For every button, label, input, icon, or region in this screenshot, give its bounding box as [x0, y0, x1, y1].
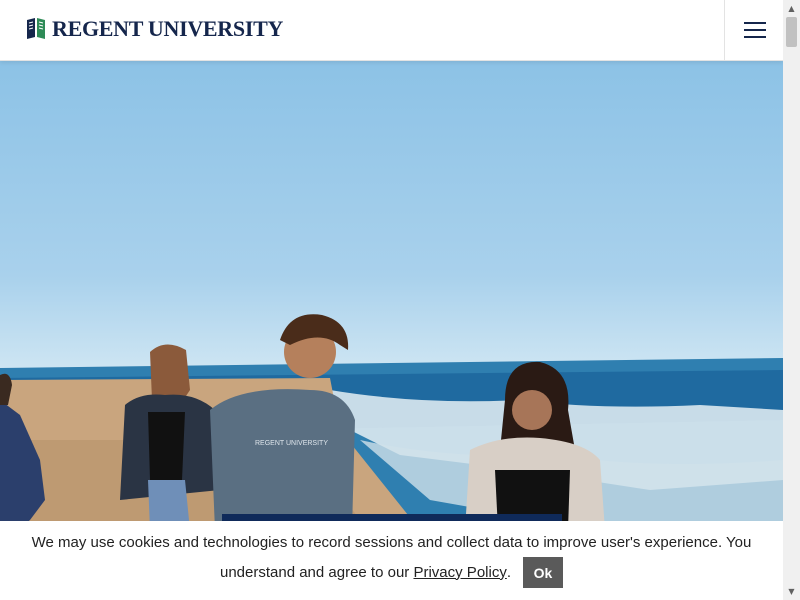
cookie-message-suffix: . [506, 563, 511, 581]
cookie-ok-button[interactable]: Ok [523, 557, 563, 588]
logo-text: REGENT UNIVERSITY [52, 16, 284, 41]
cookie-message-prefix: understand and agree to our [219, 563, 414, 581]
cookie-message-line1: We may use cookies and technologies to r… [31, 534, 752, 551]
page-scrollbar[interactable]: ▲ ▼ [783, 0, 800, 600]
shirt-text: REGENT UNIVERSITY [255, 440, 328, 447]
menu-button[interactable] [724, 0, 784, 60]
cookie-banner: We may use cookies and technologies to r… [0, 521, 783, 600]
scroll-up-arrow-icon[interactable]: ▲ [783, 0, 800, 17]
hamburger-menu-icon [743, 22, 766, 38]
scroll-thumb[interactable] [786, 17, 797, 47]
shield-book-icon [27, 18, 45, 39]
site-header: REGENT UNIVERSITY [0, 0, 783, 61]
privacy-policy-link[interactable]: Privacy Policy [413, 563, 506, 583]
scroll-down-arrow-icon[interactable]: ▼ [783, 583, 800, 600]
cookie-message-line2: understand and agree to our Privacy Poli… [0, 557, 783, 588]
regent-logo[interactable]: REGENT UNIVERSITY [26, 17, 283, 41]
